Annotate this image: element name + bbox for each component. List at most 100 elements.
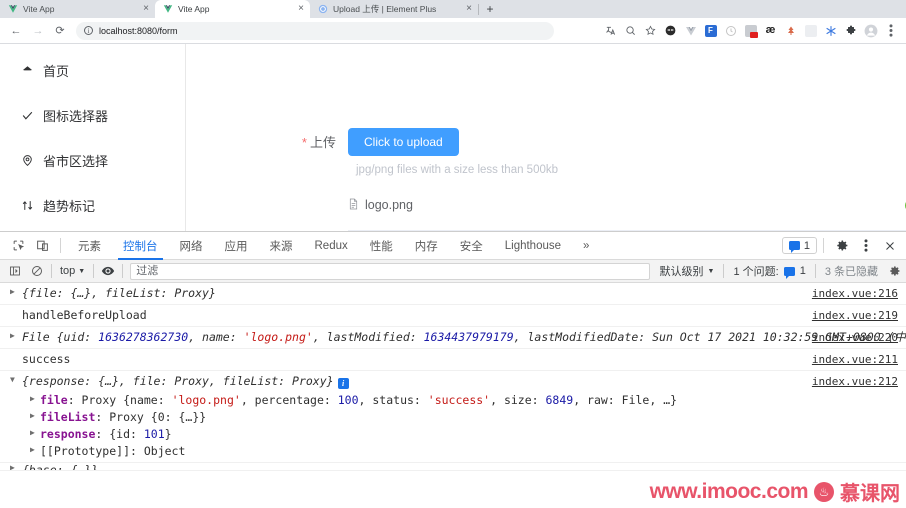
device-toolbar-icon[interactable] [30,234,54,258]
puzzle-extensions-icon[interactable] [841,21,860,40]
uploaded-file-row[interactable]: logo.png ✓ [348,192,906,218]
console-text-segment: fileList [40,410,96,424]
console-text-segment: , lastModified: [312,330,424,344]
tab-close-icon-2[interactable]: × [466,4,472,14]
profile-avatar-icon[interactable] [861,21,880,40]
console-text-segment: [[Prototype]] [40,444,131,458]
forward-button[interactable]: → [28,21,48,41]
disclosure-triangle-open-icon[interactable]: ▼ [10,376,15,384]
kebab-menu-icon[interactable] [854,234,878,258]
devtools-tab-performance[interactable]: 性能 [359,232,404,260]
ae-extension-icon[interactable]: æ [761,21,780,40]
browser-extension-bar: F æ [601,21,900,40]
console-text-segment: 100 [337,393,359,407]
console-row-partial[interactable]: ▶ {base: {…}} [0,463,906,471]
web-page-content: 首页 图标选择器 省市区选择 趋势标记 * 上传 Click to upload… [0,44,906,233]
console-group-header[interactable]: ▼ {response: {…}, file: Proxy, fileList: … [0,371,906,392]
console-text-segment: {file: {…}, fileList: Proxy} [22,286,216,300]
sidebar-item-icon-selector[interactable]: 图标选择器 [0,93,185,138]
console-row[interactable]: handleBeforeUpload index.vue:219 [0,305,906,327]
site-info-icon[interactable]: i [84,26,93,35]
console-context-value: top [60,265,76,277]
browser-tab-2[interactable]: Upload 上传 | Element Plus × [310,0,478,18]
console-object-property-row[interactable]: ▶ file: Proxy {name: 'logo.png', percenta… [0,392,906,409]
disclosure-triangle-icon[interactable]: ▶ [30,446,35,454]
gear-icon[interactable] [830,234,854,258]
devtools-tab-security[interactable]: 安全 [449,232,494,260]
back-button[interactable]: ← [6,21,26,41]
console-text-segment: 'success' [427,393,491,407]
devtools-tab-memory[interactable]: 内存 [404,232,449,260]
browser-tab-label-2: Upload 上传 | Element Plus [333,4,437,14]
console-source-link[interactable]: index.vue:211 [812,352,898,367]
console-message-badge[interactable]: 1 [781,237,817,254]
disclosure-triangle-icon[interactable]: ▶ [30,412,35,420]
live-expression-icon[interactable] [97,261,119,281]
clock-extension-icon[interactable] [721,21,740,40]
console-object-property-row[interactable]: ▶ [[Prototype]]: Object [0,443,906,460]
devtools-tab-lighthouse[interactable]: Lighthouse [494,232,572,260]
console-text-segment: {response: {…}, file: Proxy, fileList: P… [22,374,334,388]
sidebar-item-home[interactable]: 首页 [0,48,185,93]
console-row[interactable]: ▶ File {uid: 1636278362730, name: 'logo.p… [0,327,906,349]
browser-tab-0[interactable]: Vite App × [0,0,155,18]
devtools-tab-application[interactable]: 应用 [214,232,259,260]
console-info-badge[interactable]: i [337,378,349,389]
tab-close-icon-1[interactable]: × [298,4,304,14]
sidebar-item-trend-marker[interactable]: 趋势标记 [0,183,185,228]
console-object-property-row[interactable]: ▶ response: {id: 101} [0,426,906,443]
disclosure-triangle-icon[interactable]: ▶ [30,429,35,437]
console-log-area[interactable]: ▶ {file: {…}, fileList: Proxy} index.vue:2… [0,283,906,508]
disclosure-triangle-icon[interactable]: ▶ [10,464,15,471]
tree-extension-icon[interactable] [781,21,800,40]
browser-tab-1[interactable]: Vite App × [155,0,310,18]
console-source-link[interactable]: index.vue:212 [812,374,898,389]
console-source-link[interactable]: index.vue:216 [812,286,898,301]
console-row[interactable]: ▶ {file: {…}, fileList: Proxy} index.vue:2… [0,283,906,305]
inspect-element-icon[interactable] [6,234,30,258]
console-filter-input[interactable]: 过滤 [130,262,650,280]
disclosure-triangle-icon[interactable]: ▶ [10,332,15,340]
upload-tip-text: jpg/png files with a size less than 500k… [356,164,559,176]
console-level-selector[interactable]: 默认级别 ▼ [654,263,721,279]
console-object-property-row[interactable]: ▶ fileList: Proxy {0: {…}} [0,409,906,426]
disclosure-triangle-icon[interactable]: ▶ [10,288,15,296]
console-text-segment: File {uid: [22,330,99,344]
tab-close-icon-0[interactable]: × [143,4,149,14]
devtools-tab-elements[interactable]: 元素 [67,232,112,260]
qr-extension-icon[interactable] [801,21,820,40]
clear-console-icon[interactable] [26,261,48,281]
console-source-link[interactable]: index.vue:220 [812,330,898,345]
console-source-link[interactable]: index.vue:219 [812,308,898,323]
devtools-tab-network[interactable]: 网络 [169,232,214,260]
console-text-segment: : {id: [95,427,144,441]
console-text-segment: , percentage: [240,393,338,407]
search-icon[interactable] [621,21,640,40]
devtools-tab-console[interactable]: 控制台 [112,232,169,260]
pdf-extension-icon[interactable]: F [701,21,720,40]
ninja-extension-icon[interactable] [661,21,680,40]
chrome-menu-icon[interactable] [881,21,900,40]
devtools-tab-sources[interactable]: 来源 [259,232,304,260]
vue-logo-icon [8,4,18,14]
address-bar[interactable]: i localhost:8080/form [76,21,554,40]
reload-button[interactable]: ⟳ [50,21,70,41]
console-settings-gear-icon[interactable] [884,261,906,281]
console-context-selector[interactable]: top ▼ [55,265,90,277]
new-tab-button[interactable]: + [479,0,501,18]
console-text-segment: success [22,352,71,366]
disclosure-triangle-icon[interactable]: ▶ [30,395,35,403]
screenshot-extension-icon[interactable] [741,21,760,40]
devtools-tab-redux[interactable]: Redux [304,232,359,260]
sidebar-item-region-select[interactable]: 省市区选择 [0,138,185,183]
translate-icon[interactable] [601,21,620,40]
console-sidebar-icon[interactable] [4,261,26,281]
click-to-upload-button[interactable]: Click to upload [348,128,459,156]
console-row[interactable]: success index.vue:211 [0,349,906,371]
close-icon[interactable] [878,234,902,258]
sparkle-extension-icon[interactable] [821,21,840,40]
devtools-more-tabs-button[interactable]: » [572,232,600,260]
bookmark-star-icon[interactable] [641,21,660,40]
vue-devtools-icon[interactable] [681,21,700,40]
console-issues-button[interactable]: 1 个问题: 1 [727,263,811,279]
